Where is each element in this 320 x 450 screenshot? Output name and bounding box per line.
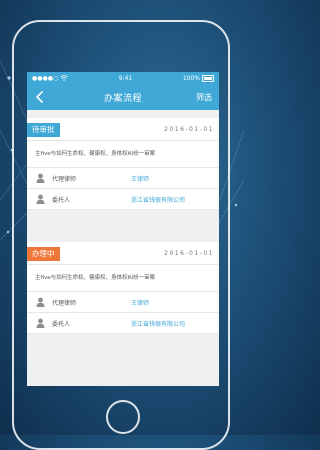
page-title: 办案流程 [103, 93, 142, 104]
status-badge: 办理中 [27, 247, 60, 261]
client-value[interactable]: 浙江省钱很有限公司 [131, 319, 185, 328]
status-badge: 待审批 [27, 123, 60, 137]
person-icon [36, 173, 45, 183]
agent-row: 代理律师 王律师 [27, 168, 219, 189]
battery-percent: 100% [182, 74, 200, 82]
nav-bar: 办案流程 筛选 [27, 84, 219, 110]
agent-value[interactable]: 王律师 [131, 174, 149, 183]
wifi-icon [60, 75, 68, 81]
case-date: 2016-01-01 [164, 250, 214, 257]
agent-label: 代理律师 [52, 176, 77, 183]
app-screen: ●●●●○ 9:41 100% 办案流程 筛选 待审批 2016-01-01 主… [27, 72, 219, 386]
case-card-header: 待审批 2016-01-01 [27, 118, 219, 141]
home-button[interactable] [106, 400, 140, 434]
case-card-header: 办理中 2016-01-01 [27, 242, 219, 265]
battery-icon [201, 74, 214, 82]
person-icon [36, 318, 45, 328]
case-card[interactable]: 办理中 2016-01-01 主five与如何生命权、健康权、身体权纠纷一审案 … [27, 242, 219, 334]
signal-icon: ●●●●○ [32, 74, 59, 82]
case-date: 2016-01-01 [164, 126, 214, 133]
client-row: 委托人 浙江省钱很有限公司 [27, 189, 219, 210]
client-label: 委托人 [52, 197, 71, 204]
filter-button[interactable]: 筛选 [196, 92, 212, 103]
client-label: 委托人 [52, 321, 71, 328]
status-bar: ●●●●○ 9:41 100% [27, 72, 219, 84]
agent-label: 代理律师 [52, 300, 77, 307]
client-row: 委托人 浙江省钱很有限公司 [27, 313, 219, 334]
person-icon [36, 194, 45, 204]
case-description: 主five与如何生命权、健康权、身体权纠纷一审案 [27, 265, 219, 292]
status-time: 9:41 [118, 74, 133, 82]
agent-value[interactable]: 王律师 [131, 298, 149, 307]
client-value[interactable]: 浙江省钱很有限公司 [131, 195, 185, 204]
back-icon[interactable] [33, 89, 47, 105]
person-icon [36, 297, 45, 307]
case-description: 主five与如何生命权、健康权、身体权纠纷一审案 [27, 141, 219, 168]
agent-row: 代理律师 王律师 [27, 292, 219, 313]
case-card[interactable]: 待审批 2016-01-01 主five与如何生命权、健康权、身体权纠纷一审案 … [27, 118, 219, 210]
